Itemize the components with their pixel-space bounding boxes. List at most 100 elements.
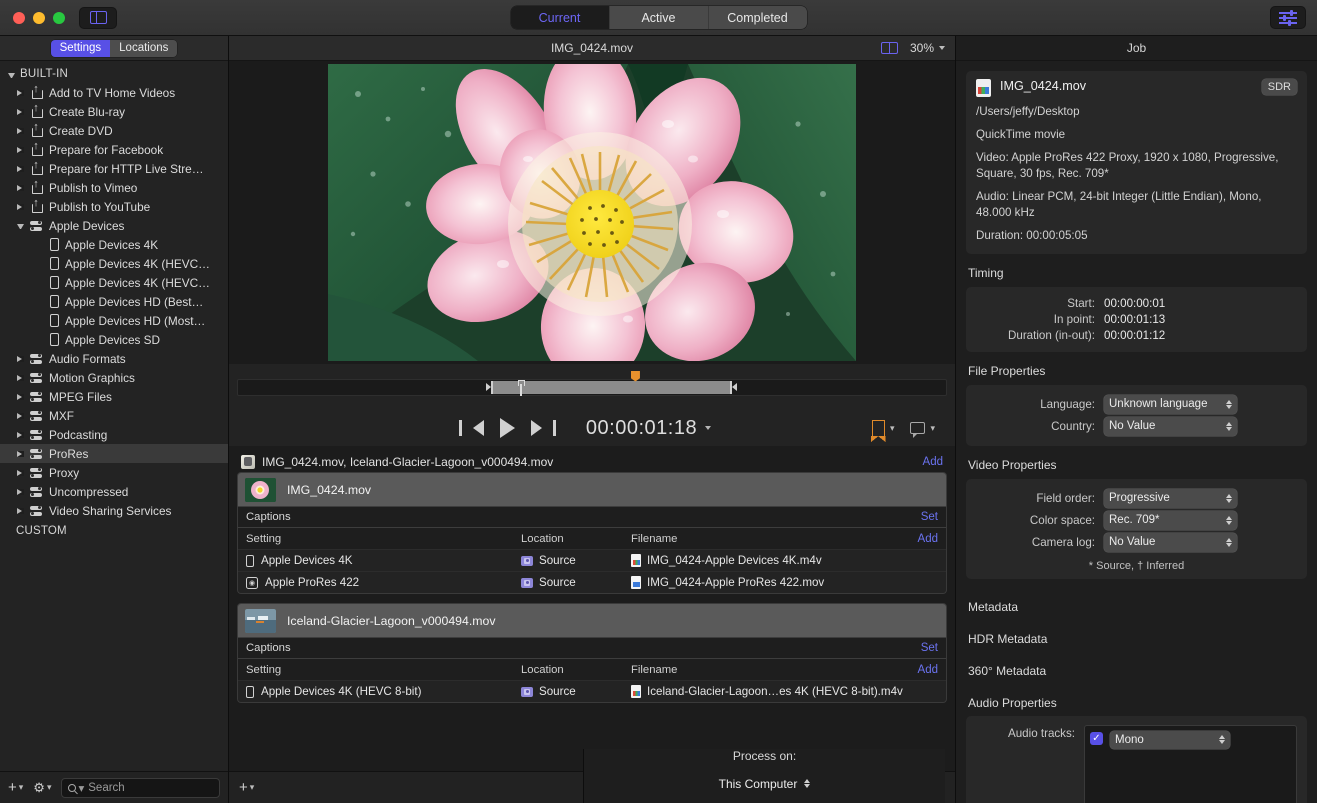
sidebar-toggle-button[interactable] (79, 7, 117, 29)
sidebar-item-publish-to-youtube[interactable]: Publish to YouTube (0, 197, 228, 216)
group-custom[interactable]: CUSTOM (0, 523, 228, 540)
tab-settings[interactable]: Settings (51, 40, 111, 57)
chevron-right-icon[interactable] (17, 375, 24, 381)
job-card-img-0424[interactable]: IMG_0424.mov Captions Set Setting Locati… (237, 472, 947, 594)
search-input[interactable]: ▾ Search (61, 778, 220, 798)
sidebar-item-apple-devices-hd-most[interactable]: Apple Devices HD (Most… (0, 311, 228, 330)
zoom-window-button[interactable] (53, 12, 65, 24)
sidebar-item-video-sharing-services[interactable]: Video Sharing Services (0, 501, 228, 520)
sidebar-item-apple-devices-sd[interactable]: Apple Devices SD (0, 330, 228, 349)
chevron-right-icon[interactable] (17, 128, 24, 134)
scrubber-track[interactable] (237, 379, 947, 396)
sidebar-tabs[interactable]: Settings Locations (51, 40, 178, 57)
chevron-right-icon[interactable] (17, 166, 24, 172)
tab-locations[interactable]: Locations (110, 40, 177, 57)
captions-set-link[interactable]: Set (921, 511, 938, 523)
settings-action-button[interactable]: ⚙▾ (33, 780, 51, 796)
job-title-row[interactable]: IMG_0424.mov (238, 473, 946, 506)
chevron-right-icon[interactable] (17, 204, 24, 210)
sidebar-item-add-to-tv-home-videos[interactable]: Add to TV Home Videos (0, 83, 228, 102)
marker-button[interactable]: ▾ (872, 420, 895, 436)
tab-completed[interactable]: Completed (709, 6, 807, 29)
section-metadata[interactable]: Metadata (966, 591, 1307, 623)
play-button[interactable] (500, 418, 515, 438)
camera-log-select[interactable]: No Value (1104, 533, 1237, 552)
captions-set-link[interactable]: Set (921, 642, 938, 654)
chevron-right-icon[interactable] (17, 109, 24, 115)
section-360-metadata[interactable]: 360° Metadata (966, 655, 1307, 687)
job-title-row[interactable]: Iceland-Glacier-Lagoon_v000494.mov (238, 604, 946, 637)
sidebar-item-podcasting[interactable]: Podcasting (0, 425, 228, 444)
language-select[interactable]: Unknown language (1104, 395, 1237, 414)
field-order-select[interactable]: Progressive (1104, 489, 1237, 508)
sidebar-item-motion-graphics[interactable]: Motion Graphics (0, 368, 228, 387)
minimize-window-button[interactable] (33, 12, 45, 24)
chevron-right-icon[interactable] (17, 489, 24, 495)
chevron-right-icon[interactable] (17, 470, 24, 476)
batch-add-link[interactable]: Add (923, 456, 943, 468)
sidebar-item-apple-devices-4k-hevc-2[interactable]: Apple Devices 4K (HEVC… (0, 273, 228, 292)
color-space-select[interactable]: Rec. 709* (1104, 511, 1237, 530)
table-row[interactable]: Apple Devices 4K Source IMG_0424-Apple D… (238, 549, 946, 571)
audio-track-select[interactable]: Mono (1110, 731, 1230, 749)
sidebar-item-proxy[interactable]: Proxy (0, 463, 228, 482)
audio-track-checkbox[interactable]: ✓ (1090, 732, 1103, 745)
sidebar-item-prepare-for-http-live-streaming[interactable]: Prepare for HTTP Live Stre… (0, 159, 228, 178)
video-frame[interactable] (328, 64, 856, 361)
sidebar-item-publish-to-vimeo[interactable]: Publish to Vimeo (0, 178, 228, 197)
chevron-right-icon[interactable] (17, 185, 24, 191)
chevron-down-icon[interactable] (17, 224, 24, 229)
chevron-right-icon[interactable] (17, 90, 24, 96)
sidebar-item-uncompressed[interactable]: Uncompressed (0, 482, 228, 501)
outputs-add-link[interactable]: Add (912, 664, 938, 676)
sidebar-item-audio-formats[interactable]: Audio Formats (0, 349, 228, 368)
out-point-marker[interactable] (730, 380, 737, 395)
go-to-end-button[interactable] (531, 420, 542, 436)
go-to-start-button[interactable] (473, 420, 484, 436)
tab-active[interactable]: Active (610, 6, 709, 29)
chevron-right-icon[interactable] (17, 451, 24, 457)
close-window-button[interactable] (13, 12, 25, 24)
sidebar-item-apple-devices-4k-hevc-1[interactable]: Apple Devices 4K (HEVC… (0, 254, 228, 273)
sidebar-item-apple-devices[interactable]: Apple Devices (0, 216, 228, 235)
caption-button[interactable]: ▾ (910, 422, 935, 434)
sidebar-item-prores[interactable]: ProRes (0, 444, 228, 463)
country-select[interactable]: No Value (1104, 417, 1237, 436)
clip-range[interactable] (493, 381, 730, 394)
chevron-right-icon[interactable] (17, 432, 24, 438)
add-setting-button[interactable]: +▾ (8, 779, 23, 796)
outputs-add-link[interactable]: Add (912, 533, 938, 545)
chevron-right-icon[interactable] (17, 508, 24, 514)
sidebar-item-mxf[interactable]: MXF (0, 406, 228, 425)
sidebar-item-apple-devices-hd-best[interactable]: Apple Devices HD (Best… (0, 292, 228, 311)
table-row[interactable]: ◉Apple ProRes 422 Source IMG_0424-Apple … (238, 571, 946, 593)
batch-view-segmented-control[interactable]: Current Active Completed (511, 6, 807, 29)
audio-tracks-list[interactable]: ✓ Mono (1084, 725, 1297, 803)
job-card-iceland[interactable]: Iceland-Glacier-Lagoon_v000494.mov Capti… (237, 603, 947, 703)
chevron-right-icon[interactable] (17, 394, 24, 400)
sidebar-item-create-dvd[interactable]: Create DVD (0, 121, 228, 140)
settings-tree[interactable]: BUILT-IN Add to TV Home Videos Create Bl… (0, 61, 228, 771)
chevron-right-icon[interactable] (17, 356, 24, 362)
chevron-down-icon[interactable] (8, 73, 15, 78)
zoom-level-popup[interactable]: 30% (910, 41, 945, 55)
section-audio-properties[interactable]: Audio Properties (966, 687, 1307, 716)
sidebar-item-mpeg-files[interactable]: MPEG Files (0, 387, 228, 406)
process-on-popup[interactable]: This Computer (713, 773, 817, 794)
chevron-down-icon[interactable] (705, 426, 711, 430)
in-point-marker[interactable] (486, 380, 493, 395)
section-hdr-metadata[interactable]: HDR Metadata (966, 623, 1307, 655)
sidebar-item-prepare-for-facebook[interactable]: Prepare for Facebook (0, 140, 228, 159)
playhead[interactable] (518, 379, 525, 396)
group-built-in[interactable]: BUILT-IN (0, 66, 228, 83)
table-row[interactable]: Apple Devices 4K (HEVC 8-bit) Source Ice… (238, 680, 946, 702)
sidebar-item-apple-devices-4k[interactable]: Apple Devices 4K (0, 235, 228, 254)
split-view-icon[interactable] (881, 42, 898, 54)
sidebar-item-create-blu-ray[interactable]: Create Blu-ray (0, 102, 228, 121)
timecode-display[interactable]: 00:00:01:18 (586, 417, 711, 440)
add-job-button[interactable]: +▾ (239, 779, 254, 796)
inspector-toggle-button[interactable] (1270, 6, 1306, 29)
chevron-right-icon[interactable] (17, 147, 24, 153)
tab-current[interactable]: Current (511, 6, 610, 29)
chevron-right-icon[interactable] (17, 413, 24, 419)
